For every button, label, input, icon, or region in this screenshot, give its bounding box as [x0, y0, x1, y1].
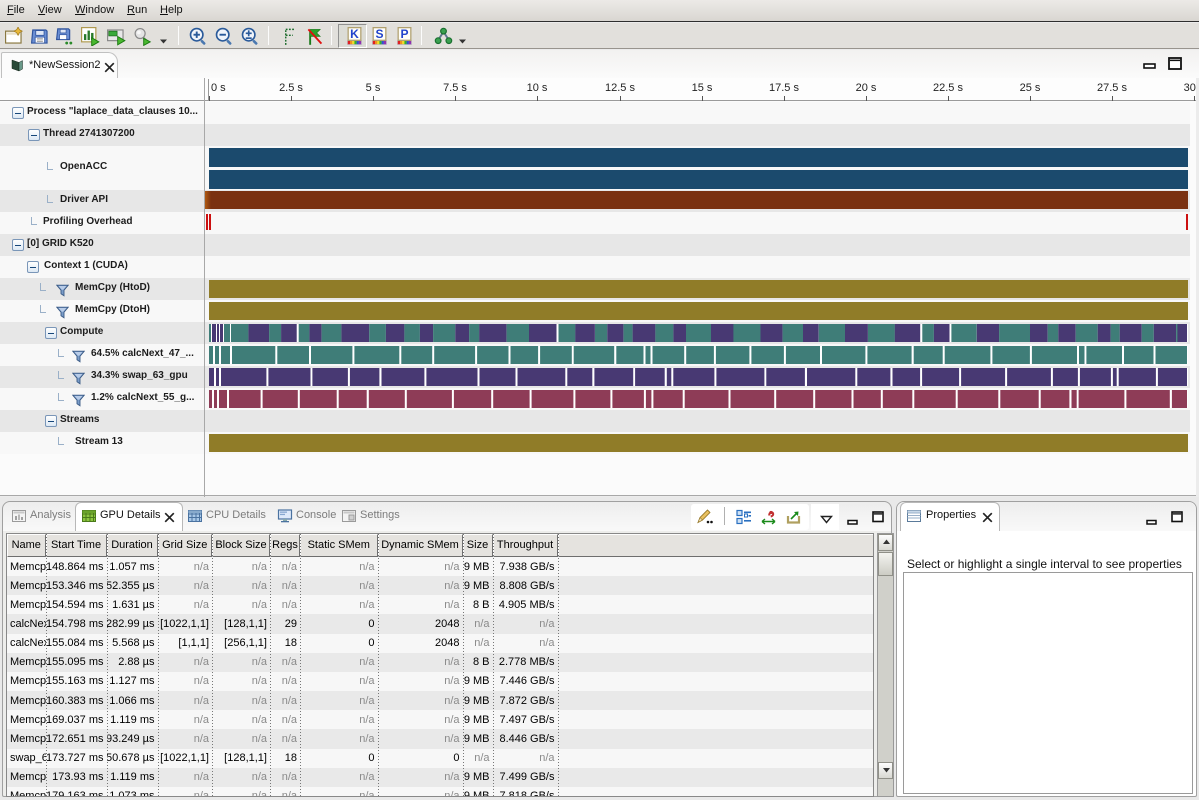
svg-text:S: S [375, 27, 383, 41]
svg-text:K: K [350, 27, 359, 41]
svg-text:P: P [400, 27, 408, 41]
